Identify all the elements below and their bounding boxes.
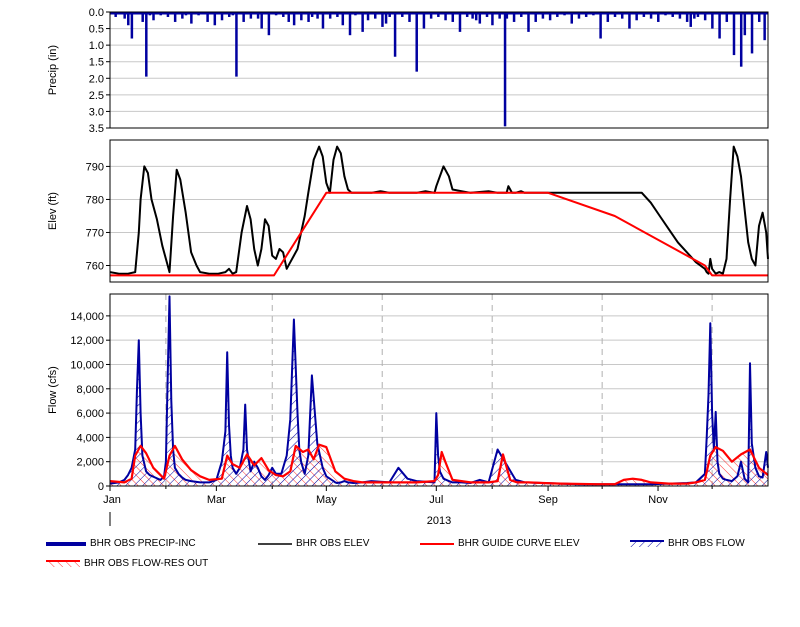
precip-bar [750, 12, 754, 54]
y-tick-label: 760 [86, 260, 104, 272]
y-tick-label: 12,000 [70, 335, 104, 347]
y-tick-label: 3.0 [89, 106, 104, 118]
legend-swatch-black-line-icon [258, 542, 292, 545]
y-tick-label: 780 [86, 194, 104, 206]
y-tick-label: 2.5 [89, 90, 104, 102]
y-tick-label: 1.5 [89, 57, 104, 69]
legend-item-precip: BHR OBS PRECIP-INC [46, 538, 196, 549]
precip-bar [503, 12, 507, 127]
x-tick-label: Jan [103, 494, 121, 506]
x-tick-label: Sep [538, 494, 558, 506]
legend-label: BHR OBS FLOW [668, 538, 745, 549]
legend-item-guide-curve: BHR GUIDE CURVE ELEV [420, 538, 580, 549]
precip-bar [361, 12, 364, 32]
legend-label: BHR GUIDE CURVE ELEV [458, 538, 580, 549]
legend-swatch-thick-blue-icon [46, 541, 86, 546]
y-tick-label: 8,000 [76, 384, 104, 396]
plot-area [110, 140, 768, 282]
chart-figure: 0.00.51.01.52.02.53.03.5Precip (in) 7607… [47, 7, 769, 527]
x-axis-year-label: 2013 [427, 515, 451, 527]
y-axis-label: Precip (in) [47, 45, 59, 95]
y-tick-label: 14,000 [70, 311, 104, 323]
precip-bar [458, 12, 462, 32]
precip-bar [393, 12, 397, 57]
precip-panel: 0.0 0.5 1.0 1.5 2.0 2.5 3.0 3.5 Precip (in) [47, 7, 769, 135]
x-tick-label: May [316, 494, 337, 506]
precip-bar [743, 12, 747, 36]
legend: BHR OBS PRECIP-INC BHR OBS ELEV BHR GUID… [0, 530, 800, 590]
legend-item-obs-elev: BHR OBS ELEV [258, 538, 369, 549]
y-tick-label: 790 [86, 161, 104, 173]
x-axis: Jan Mar May Jul Sep Nov 2013 [103, 486, 713, 527]
precip-bar [415, 12, 418, 72]
y-tick-label: 0.0 [89, 7, 104, 19]
y-tick-label: 10,000 [70, 359, 104, 371]
y-tick-label: 0 [98, 481, 104, 493]
flow-panel: 0 2,000 4,000 6,000 8,000 10,000 12,000 14,000 F… [47, 293, 769, 493]
precip-bar [527, 12, 530, 32]
precip-bar [739, 12, 743, 67]
y-tick-label: 2.0 [89, 73, 104, 85]
legend-swatch-blue-hatch-icon [630, 539, 664, 547]
legend-item-obs-flow: BHR OBS FLOW [630, 538, 745, 549]
y-tick-label: 4,000 [76, 432, 104, 444]
legend-label: BHR OBS ELEV [296, 538, 370, 549]
precip-bar [732, 12, 736, 56]
y-tick-label: 770 [86, 227, 104, 239]
legend-label: BHR OBS FLOW-RES OUT [84, 558, 209, 569]
legend-swatch-red-line-icon [420, 542, 454, 545]
precip-bar [348, 12, 352, 36]
x-tick-label: Jul [429, 494, 443, 506]
precip-bar [267, 12, 271, 36]
y-tick-label: 3.5 [89, 123, 104, 135]
x-tick-label: Nov [648, 494, 668, 506]
x-tick-label: Mar [207, 494, 226, 506]
precip-bar [130, 12, 134, 39]
legend-label: BHR OBS PRECIP-INC [90, 538, 196, 549]
precip-bar [763, 12, 766, 41]
plot-area [110, 12, 768, 128]
y-tick-label: 1.0 [89, 40, 104, 52]
precip-bar [235, 12, 238, 77]
precip-bar [718, 12, 721, 39]
legend-item-res-out: BHR OBS FLOW-RES OUT [46, 558, 208, 569]
y-axis-label: Elev (ft) [47, 192, 59, 230]
elevation-panel: 760 770 780 790 Elev (ft) [47, 139, 769, 283]
y-tick-label: 2,000 [76, 457, 104, 469]
precip-bar [599, 12, 602, 39]
precip-bar [145, 12, 148, 77]
y-axis-label: Flow (cfs) [47, 366, 59, 414]
legend-swatch-red-hatch-icon [46, 559, 80, 567]
y-tick-label: 6,000 [76, 408, 104, 420]
y-tick-label: 0.5 [89, 24, 104, 36]
